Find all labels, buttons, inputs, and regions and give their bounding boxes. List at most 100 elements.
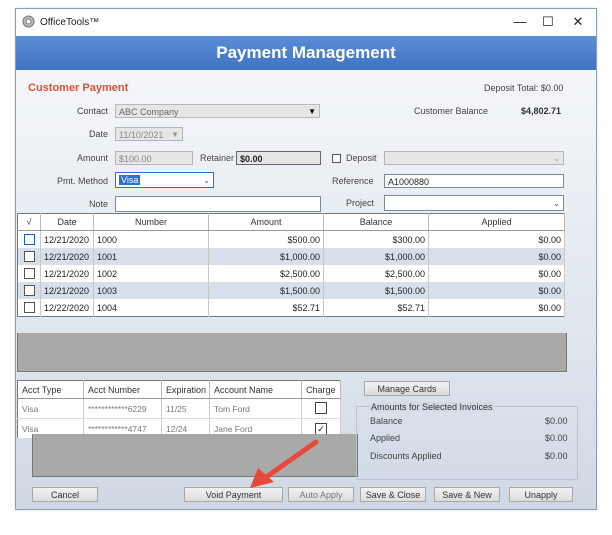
charge-checkbox[interactable]: [315, 401, 327, 414]
acct-number-cell: ************6229: [83, 398, 162, 419]
date-cell: 12/21/2020: [40, 265, 94, 282]
amounts-discounts-value: $0.00: [545, 451, 568, 461]
applied-cell: $0.00: [428, 299, 565, 317]
amounts-balance-label: Balance: [370, 416, 403, 426]
reference-field[interactable]: A1000880: [384, 174, 564, 188]
row-select-cell[interactable]: [17, 282, 41, 299]
retainer-field[interactable]: $0.00: [236, 151, 321, 165]
date-cell: 12/21/2020: [40, 282, 94, 299]
amounts-title: Amounts for Selected Invoices: [369, 402, 495, 412]
row-checkbox[interactable]: [23, 268, 35, 280]
account-name-cell: Tom Ford: [209, 398, 302, 419]
manage-cards-button[interactable]: Manage Cards: [364, 381, 450, 396]
title-bar: OfficeTools™ — ☐ ✕: [16, 9, 596, 36]
table-row[interactable]: 12/21/2020 1000 $500.00 $300.00 $0.00: [17, 230, 565, 248]
table-row[interactable]: 12/21/2020 1001 $1,000.00 $1,000.00 $0.00: [17, 248, 565, 265]
cancel-button[interactable]: Cancel: [32, 487, 98, 502]
save-new-button[interactable]: Save & New: [434, 487, 500, 502]
balance-column-header[interactable]: Balance: [323, 213, 429, 231]
row-select-cell[interactable]: [17, 230, 41, 248]
amount-column-header[interactable]: Amount: [208, 213, 324, 231]
number-cell: 1000: [93, 230, 209, 248]
card-row[interactable]: Visa ************6229 11/25 Tom Ford: [17, 398, 341, 419]
chevron-down-icon: ⌄: [203, 176, 210, 185]
chevron-down-icon: ⌄: [553, 154, 560, 163]
balance-cell: $52.71: [323, 299, 429, 317]
row-select-cell[interactable]: [17, 248, 41, 265]
invoice-table-empty-area: [17, 333, 567, 372]
applied-cell: $0.00: [428, 265, 565, 282]
amount-cell: $500.00: [208, 230, 324, 248]
minimize-button[interactable]: —: [506, 12, 534, 32]
customer-balance-value: $4,802.71: [521, 106, 562, 116]
reference-label: Reference: [332, 176, 374, 186]
expiration-column-header[interactable]: Expiration: [161, 380, 210, 399]
row-checkbox[interactable]: [23, 285, 35, 297]
applied-column-header[interactable]: Applied: [428, 213, 565, 231]
date-cell: 12/22/2020: [40, 299, 94, 317]
project-select[interactable]: ⌄: [384, 195, 564, 211]
chevron-down-icon: ▼: [171, 130, 179, 139]
pmt-method-label: Pmt. Method: [56, 176, 108, 186]
cards-table: Acct Type Acct Number Expiration Account…: [17, 380, 341, 439]
charge-column-header[interactable]: Charge: [301, 380, 341, 399]
note-label: Note: [88, 199, 108, 209]
close-button[interactable]: ✕: [564, 12, 592, 32]
row-select-cell[interactable]: [17, 265, 41, 282]
amount-cell: $52.71: [208, 299, 324, 317]
date-column-header[interactable]: Date: [40, 213, 94, 231]
unapply-button[interactable]: Unapply: [509, 487, 573, 502]
amounts-applied-label: Applied: [370, 433, 401, 443]
applied-cell: $0.00: [428, 230, 565, 248]
number-cell: 1002: [93, 265, 209, 282]
pmt-method-select[interactable]: Visa ⌄: [115, 172, 214, 188]
number-column-header[interactable]: Number: [93, 213, 209, 231]
maximize-button[interactable]: ☐: [534, 12, 562, 32]
deposit-select[interactable]: ⌄: [384, 151, 564, 165]
applied-cell: $0.00: [428, 248, 565, 265]
contact-select[interactable]: ABC Company ▼: [115, 104, 320, 118]
amount-cell: $1,000.00: [208, 248, 324, 265]
amounts-discounts-label: Discounts Applied: [370, 451, 442, 461]
acct-type-column-header[interactable]: Acct Type: [17, 380, 84, 399]
chevron-down-icon: ⌄: [553, 199, 560, 208]
save-close-button[interactable]: Save & Close: [360, 487, 426, 502]
app-icon: [22, 15, 35, 28]
number-cell: 1004: [93, 299, 209, 317]
section-title: Customer Payment: [28, 82, 129, 94]
select-column-header[interactable]: √: [17, 213, 41, 231]
charge-checkbox[interactable]: ✓: [315, 422, 327, 435]
project-label: Project: [346, 198, 375, 208]
row-checkbox[interactable]: [23, 251, 35, 263]
expiration-cell: 11/25: [161, 398, 210, 419]
date-label: Date: [88, 129, 108, 139]
customer-balance-label: Customer Balance: [414, 106, 489, 116]
row-checkbox[interactable]: [23, 302, 35, 314]
deposit-checkbox[interactable]: [332, 154, 341, 163]
table-row[interactable]: 12/22/2020 1004 $52.71 $52.71 $0.00: [17, 299, 565, 317]
row-select-cell[interactable]: [17, 299, 41, 317]
row-checkbox[interactable]: [23, 234, 35, 246]
retainer-label: Retainer: [200, 153, 235, 163]
number-cell: 1003: [93, 282, 209, 299]
table-row[interactable]: 12/21/2020 1003 $1,500.00 $1,500.00 $0.00: [17, 282, 565, 299]
date-field[interactable]: 11/10/2021 ▼: [115, 127, 183, 141]
charge-cell[interactable]: [301, 398, 341, 419]
applied-cell: $0.00: [428, 282, 565, 299]
balance-cell: $1,000.00: [323, 248, 429, 265]
amount-cell: $2,500.00: [208, 265, 324, 282]
page-title: Payment Management: [16, 36, 596, 70]
acct-number-column-header[interactable]: Acct Number: [83, 380, 162, 399]
invoice-header-row: √ Date Number Amount Balance Applied: [17, 213, 565, 231]
date-value: 11/10/2021: [119, 130, 164, 140]
balance-cell: $300.00: [323, 230, 429, 248]
note-field[interactable]: [115, 196, 321, 212]
deposit-total: Deposit Total: $0.00: [484, 83, 564, 93]
acct-type-cell: Visa: [17, 398, 84, 419]
amounts-balance-value: $0.00: [545, 416, 568, 426]
amount-field[interactable]: $100.00: [115, 151, 193, 165]
balance-cell: $2,500.00: [323, 265, 429, 282]
account-name-column-header[interactable]: Account Name: [209, 380, 302, 399]
table-row[interactable]: 12/21/2020 1002 $2,500.00 $2,500.00 $0.00: [17, 265, 565, 282]
contact-label: Contact: [76, 106, 108, 116]
